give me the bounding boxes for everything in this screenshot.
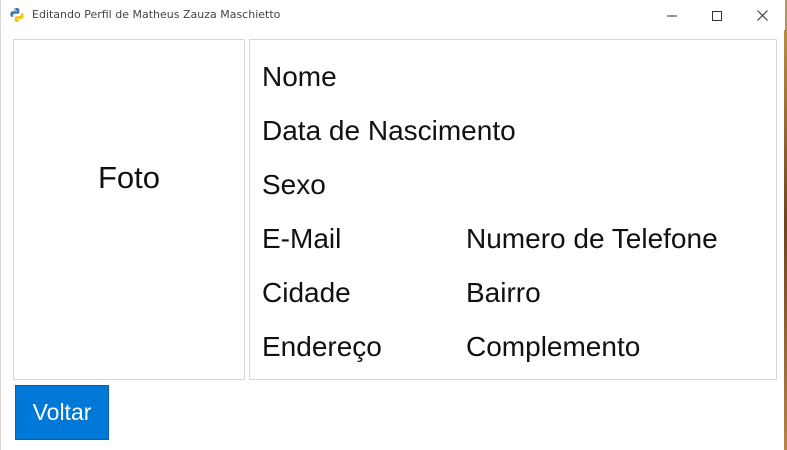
minimize-button[interactable]: [649, 0, 695, 30]
name-field: Nome: [262, 61, 337, 92]
back-button[interactable]: Voltar: [15, 385, 109, 440]
birthdate-field: Data de Nascimento: [262, 115, 516, 146]
maximize-icon: [712, 6, 722, 25]
close-icon: [756, 6, 768, 25]
neighborhood-field: Bairro: [466, 277, 541, 308]
minimize-icon: [667, 6, 677, 25]
profile-info-panel: Nome Data de Nascimento Sexo E-Mail Nume…: [249, 39, 777, 380]
email-field: E-Mail: [262, 223, 342, 254]
photo-panel[interactable]: Foto: [13, 39, 245, 380]
address-field: Endereço: [262, 331, 382, 362]
phone-field: Numero de Telefone: [466, 223, 718, 254]
python-icon: [9, 7, 25, 23]
sex-field: Sexo: [262, 169, 326, 200]
app-window: Editando Perfil de Matheus Zauza Maschie…: [0, 0, 787, 450]
complement-field: Complemento: [466, 331, 641, 362]
maximize-button[interactable]: [694, 0, 740, 30]
window-title: Editando Perfil de Matheus Zauza Maschie…: [32, 8, 281, 21]
photo-label: Foto: [97, 159, 161, 195]
close-button[interactable]: [739, 0, 785, 30]
title-bar[interactable]: Editando Perfil de Matheus Zauza Maschie…: [1, 0, 785, 30]
city-field: Cidade: [262, 277, 351, 308]
